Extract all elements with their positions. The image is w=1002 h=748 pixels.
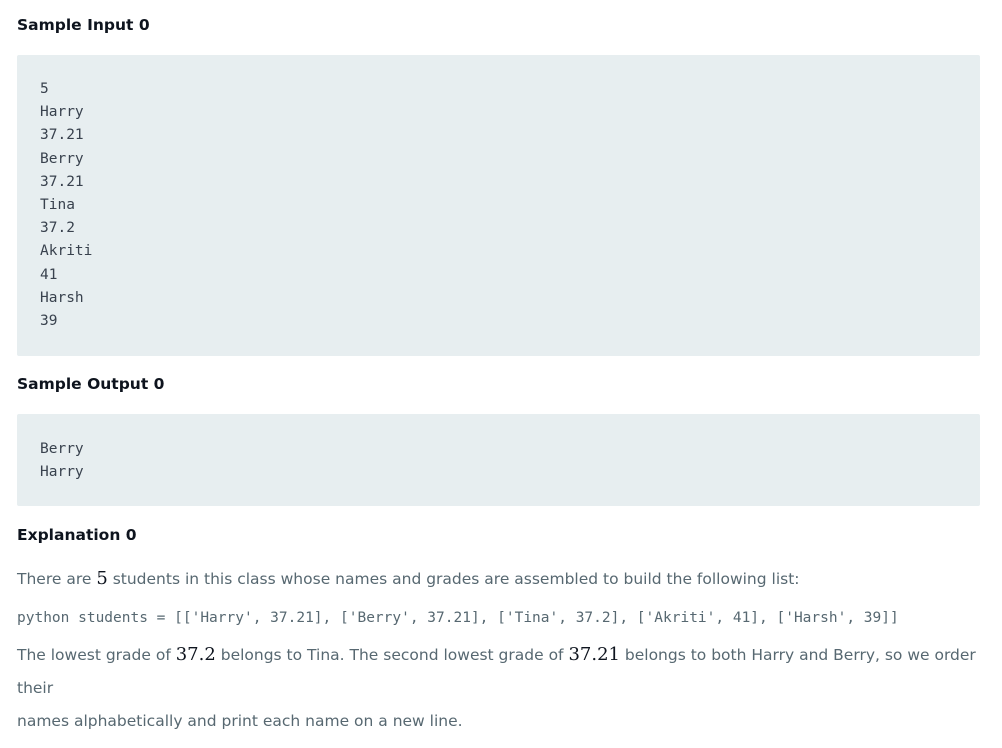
students-code-snippet: python students = [['Harry', 37.21], ['B… bbox=[17, 610, 899, 626]
explanation-heading: Explanation 0 bbox=[17, 526, 137, 544]
math-number: 37.2 bbox=[175, 644, 216, 665]
sample-input-heading: Sample Input 0 bbox=[17, 16, 150, 34]
sample-input-line: Harsh bbox=[40, 289, 84, 306]
sample-input-line: 5 bbox=[40, 81, 49, 97]
sample-input-line: Harry bbox=[40, 104, 84, 121]
explanation-text: belongs to Tina. The second lowest grade… bbox=[215, 646, 569, 664]
explanation-paragraph-2: The lowest grade of 37.2 belongs to Tina… bbox=[17, 638, 980, 738]
sample-input-line: 39 bbox=[40, 313, 58, 330]
sample-input-line: 41 bbox=[40, 266, 58, 283]
math-number: 37.21 bbox=[568, 644, 620, 665]
math-number: 5 bbox=[96, 568, 108, 589]
sample-input-box: 5 Harry 37.21 Berry 37.21 Tina 37.2 Akri… bbox=[17, 55, 980, 356]
sample-output-line: Harry bbox=[40, 464, 84, 481]
sample-input-line: 37.21 bbox=[40, 127, 84, 144]
sample-output-heading: Sample Output 0 bbox=[17, 375, 165, 393]
explanation-text: There are bbox=[17, 570, 97, 588]
explanation-text: The lowest grade of bbox=[17, 646, 176, 664]
sample-input-line: Berry bbox=[40, 150, 84, 167]
sample-output-box: Berry Harry bbox=[17, 414, 980, 506]
sample-input-line: Akriti bbox=[40, 243, 93, 260]
sample-input-line: Tina bbox=[40, 197, 75, 214]
explanation-paragraph-1: There are 5 students in this class whose… bbox=[17, 562, 980, 596]
explanation-text: names alphabetically and print each name… bbox=[17, 712, 463, 730]
sample-input-line: 37.2 bbox=[40, 220, 75, 237]
explanation-text: students in this class whose names and g… bbox=[107, 570, 800, 588]
sample-output-line: Berry bbox=[40, 441, 84, 457]
sample-input-line: 37.21 bbox=[40, 173, 84, 190]
